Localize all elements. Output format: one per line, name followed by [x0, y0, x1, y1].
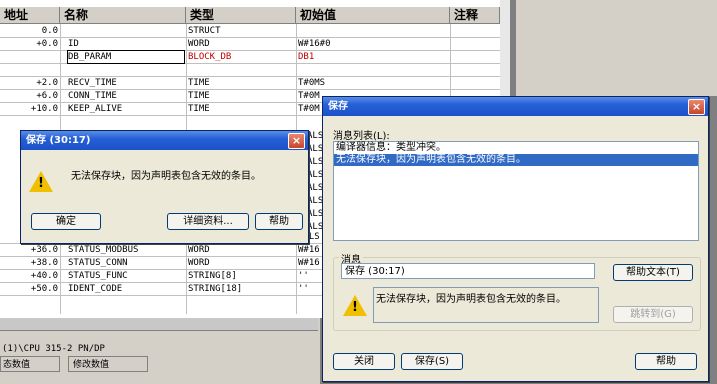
dialog-titlebar[interactable]: 保存 (30:17) [21, 131, 308, 150]
cell-type[interactable]: BLOCK_DB [188, 51, 294, 63]
cell-name[interactable]: RECV_TIME [68, 77, 184, 89]
cell-name[interactable] [68, 25, 184, 37]
table-row[interactable]: +2.0 RECV_TIME TIME T#0MS [0, 77, 510, 90]
cell-type[interactable]: WORD [188, 244, 294, 256]
header-name[interactable]: 名称 [60, 7, 186, 24]
details-button[interactable]: 详细资料... [167, 213, 249, 230]
cell-addr[interactable]: +36.0 [0, 244, 58, 256]
goto-button[interactable]: 跳转到(G) [613, 306, 693, 323]
cell-type[interactable]: TIME [188, 90, 294, 102]
cell-type[interactable] [188, 64, 294, 76]
message-list-item[interactable]: 编译器信息：类型冲突。 [334, 142, 698, 154]
save-messages-dialog: 保存 × 消息列表(L): 编译器信息：类型冲突。 无法保存块，因为声明表包含无效… [322, 96, 709, 382]
cpu-path: (1)\CPU 315-2 PN/DP [2, 344, 105, 354]
cell-addr[interactable]: +38.0 [0, 257, 58, 269]
cell-addr[interactable] [0, 64, 58, 76]
cell-name[interactable]: CONN_TIME [68, 90, 184, 102]
message-id-field[interactable]: 保存 (30:17) [341, 263, 595, 279]
partial-init-value: ALS [307, 131, 323, 141]
help-button[interactable]: 帮助 [635, 353, 697, 370]
cell-addr[interactable]: +40.0 [0, 270, 58, 282]
status-value-column[interactable]: 态数值 [0, 356, 60, 372]
warning-icon: ! [343, 295, 367, 316]
cell-addr[interactable]: +6.0 [0, 90, 58, 102]
cell-type[interactable]: STRING[18] [188, 283, 294, 295]
save-button[interactable]: 保存(S) [401, 353, 463, 370]
ok-button[interactable]: 确定 [31, 213, 101, 230]
close-icon[interactable]: × [688, 99, 705, 115]
header-comment[interactable]: 注释 [450, 7, 500, 24]
cell-init[interactable]: T#0MS [298, 77, 448, 89]
partial-init-value: ALS [307, 183, 323, 193]
table-row[interactable]: +0.0 ID WORD W#16#0 [0, 38, 510, 51]
dialog-title: 保存 [328, 101, 348, 112]
partial-init-value: ALS [307, 157, 323, 167]
cell-type[interactable]: WORD [188, 257, 294, 269]
message-text: 无法保存块，因为声明表包含无效的条目。 [373, 287, 599, 323]
horizontal-scrollbar[interactable] [0, 318, 318, 331]
cell-name[interactable]: IDENT_CODE [68, 283, 184, 295]
save-error-dialog: 保存 (30:17) × ! 无法保存块，因为声明表包含无效的条目。 确定 详细… [20, 130, 309, 244]
partial-init-value: ALS [307, 144, 323, 154]
cell-addr[interactable]: +10.0 [0, 103, 58, 115]
cell-type[interactable]: TIME [188, 103, 294, 115]
cell-type[interactable]: TIME [188, 77, 294, 89]
help-text-button[interactable]: 帮助文本(T) [613, 264, 693, 281]
cell-addr[interactable]: +2.0 [0, 77, 58, 89]
cell-name[interactable]: STATUS_MODBUS [68, 244, 184, 256]
cell-name[interactable] [68, 64, 184, 76]
cell-addr[interactable]: 0.0 [0, 25, 58, 37]
cell-name[interactable]: ID [68, 38, 184, 50]
header-initial-value[interactable]: 初始值 [296, 7, 450, 24]
cell-name[interactable]: STATUS_FUNC [68, 270, 184, 282]
close-icon[interactable]: × [288, 133, 305, 149]
cell-init[interactable]: W#16#0 [298, 38, 448, 50]
cell-addr[interactable] [0, 51, 58, 63]
cell-addr[interactable]: +0.0 [0, 38, 58, 50]
cell-name[interactable]: STATUS_CONN [68, 257, 184, 269]
partial-init-value: ALS [307, 209, 323, 219]
warning-icon: ! [29, 171, 53, 192]
partial-init-value: ALS [307, 222, 323, 232]
modify-value-column[interactable]: 修改数值 [68, 356, 148, 372]
table-row[interactable]: DB_PARAM BLOCK_DB DB1 [0, 50, 510, 64]
help-button[interactable]: 帮助 [255, 213, 303, 230]
background-panel [516, 0, 717, 96]
dialog-titlebar[interactable]: 保存 [323, 97, 708, 116]
cell-init[interactable] [298, 64, 448, 76]
cell-addr[interactable]: +50.0 [0, 283, 58, 295]
dialog-title: 保存 (30:17) [26, 135, 91, 146]
table-row[interactable] [0, 64, 510, 77]
cell-name[interactable]: DB_PARAM [67, 50, 185, 64]
cell-name[interactable]: KEEP_ALIVE [68, 103, 184, 115]
error-message: 无法保存块，因为声明表包含无效的条目。 [71, 171, 261, 182]
table-row[interactable]: 0.0 STRUCT [0, 25, 510, 38]
partial-init-value: ALS [307, 196, 323, 206]
cell-init[interactable] [298, 25, 448, 37]
message-list-item[interactable]: 无法保存块，因为声明表包含无效的条目。 [334, 154, 698, 166]
header-type[interactable]: 类型 [186, 7, 296, 24]
cell-type[interactable]: WORD [188, 38, 294, 50]
cell-type[interactable]: STRUCT [188, 25, 294, 37]
cell-type[interactable]: STRING[8] [188, 270, 294, 282]
header-address[interactable]: 地址 [0, 7, 60, 24]
cell-init[interactable]: DB1 [298, 51, 448, 63]
status-area: (1)\CPU 315-2 PN/DP 态数值 修改数值 [0, 318, 320, 384]
partial-init-value: ALS [307, 170, 323, 180]
close-button[interactable]: 关闭 [333, 353, 395, 370]
message-list[interactable]: 编译器信息：类型冲突。 无法保存块，因为声明表包含无效的条目。 [333, 141, 699, 241]
message-list-label: 消息列表(L): [333, 131, 390, 142]
